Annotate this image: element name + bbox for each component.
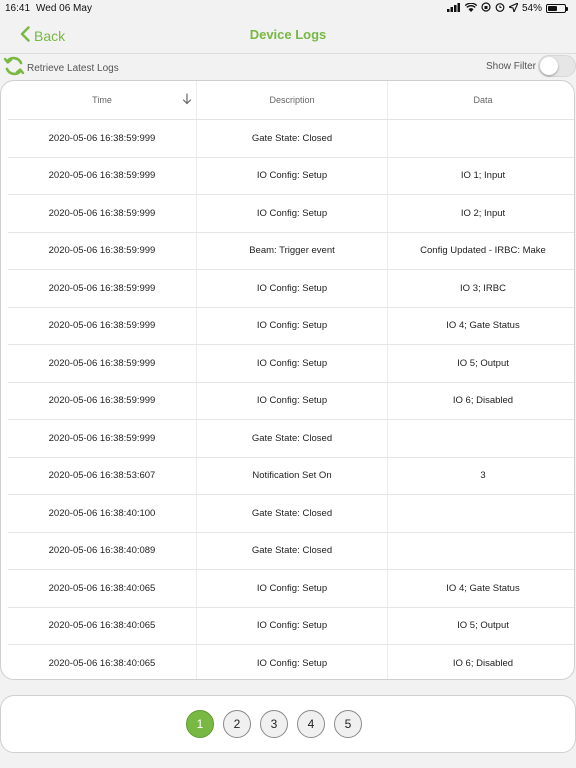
status-date: Wed 06 May [36, 3, 92, 14]
sort-arrow-down-icon[interactable] [182, 93, 192, 107]
cell-data: 3 [387, 457, 574, 495]
log-table-card: Time Description Data 2020-05-06 16:38:5… [0, 80, 575, 680]
status-time: 16:41 [5, 3, 31, 14]
show-filter-label: Show Filter [485, 60, 536, 72]
page-title: Device Logs [249, 27, 327, 42]
cell-description: Gate State: Closed [196, 532, 388, 570]
cell-description: Gate State: Closed [196, 419, 388, 458]
battery-percent: 54% [521, 3, 542, 14]
cell-time: 2020-05-06 16:38:40:089 [8, 532, 197, 570]
table-row[interactable]: 2020-05-06 16:38:59:999 Beam: Trigger eve… [8, 232, 574, 270]
column-header-data[interactable]: Data [387, 81, 574, 120]
cell-data: IO 6; Disabled [387, 644, 574, 679]
cell-description: IO Config: Setup [196, 307, 388, 345]
table-row[interactable]: 2020-05-06 16:38:59:999 IO Config: Setup I… [8, 344, 574, 383]
cell-time: 2020-05-06 16:38:40:065 [8, 607, 197, 645]
cell-description: IO Config: Setup [196, 344, 388, 383]
page-button-3[interactable]: 3 [260, 710, 288, 738]
table-row[interactable]: 2020-05-06 16:38:40:065 IO Config: Setup I… [8, 607, 574, 645]
cell-data: IO 2; Input [387, 194, 574, 233]
cell-data: Config Updated - IRBC: Make [387, 232, 574, 270]
pagination-bar: 12345 [0, 695, 576, 753]
cell-data: IO 3; IRBC [387, 269, 574, 308]
cell-data: IO 5; Output [387, 607, 574, 645]
show-filter-toggle[interactable] [538, 55, 576, 77]
cell-data [387, 119, 574, 158]
cell-time: 2020-05-06 16:38:40:100 [8, 494, 197, 533]
cell-data [387, 419, 574, 458]
cell-data: IO 1; Input [387, 157, 574, 195]
orientation-lock-icon [481, 2, 491, 15]
cell-description: IO Config: Setup [196, 194, 388, 233]
log-table: Time Description Data 2020-05-06 16:38:5… [8, 81, 574, 679]
table-row[interactable]: 2020-05-06 16:38:59:999 IO Config: Setup I… [8, 307, 574, 345]
cell-description: Gate State: Closed [196, 494, 388, 533]
page-button-1[interactable]: 1 [186, 710, 214, 738]
table-row[interactable]: 2020-05-06 16:38:40:089 Gate State: Close… [8, 532, 574, 570]
column-header-description[interactable]: Description [196, 81, 388, 120]
log-toolbar: Retrieve Latest Logs Show Filter [0, 53, 576, 80]
cell-description: Gate State: Closed [196, 119, 388, 158]
cell-time: 2020-05-06 16:38:40:065 [8, 644, 197, 679]
table-row[interactable]: 2020-05-06 16:38:59:999 IO Config: Setup I… [8, 157, 574, 195]
cell-description: IO Config: Setup [196, 382, 388, 420]
table-row[interactable]: 2020-05-06 16:38:53:607 Notification Set … [8, 457, 574, 495]
wifi-icon [464, 2, 478, 15]
page-button-2[interactable]: 2 [223, 710, 251, 738]
cell-description: Beam: Trigger event [196, 232, 388, 270]
status-bar: 16:41 Wed 06 May 54% [0, 0, 576, 18]
cell-data [387, 494, 574, 533]
cell-time: 2020-05-06 16:38:59:999 [8, 194, 197, 233]
cell-time: 2020-05-06 16:38:59:999 [8, 157, 197, 195]
cell-time: 2020-05-06 16:38:59:999 [8, 382, 197, 420]
cell-data: IO 6; Disabled [387, 382, 574, 420]
page-buttons: 12345 [186, 710, 362, 738]
toggle-knob [540, 57, 558, 75]
cell-time: 2020-05-06 16:38:53:607 [8, 457, 197, 495]
alarm-icon [495, 2, 505, 15]
retrieve-logs-label: Retrieve Latest Logs [27, 63, 119, 74]
cell-time: 2020-05-06 16:38:59:999 [8, 307, 197, 345]
cell-time: 2020-05-06 16:38:40:065 [8, 569, 197, 608]
page-button-4[interactable]: 4 [297, 710, 325, 738]
cell-description: IO Config: Setup [196, 607, 388, 645]
navigation-bar: Back Device Logs [0, 18, 576, 52]
refresh-icon [3, 55, 25, 82]
table-header-row: Time Description Data [8, 81, 574, 120]
cell-description: IO Config: Setup [196, 157, 388, 195]
table-row[interactable]: 2020-05-06 16:38:59:999 IO Config: Setup I… [8, 269, 574, 308]
table-row[interactable]: 2020-05-06 16:38:40:100 Gate State: Close… [8, 494, 574, 533]
page-button-5[interactable]: 5 [334, 710, 362, 738]
table-row[interactable]: 2020-05-06 16:38:59:999 IO Config: Setup I… [8, 194, 574, 233]
log-table-body: 2020-05-06 16:38:59:999 Gate State: Close… [8, 119, 574, 679]
cell-data [387, 532, 574, 570]
table-row[interactable]: 2020-05-06 16:38:59:999 Gate State: Close… [8, 419, 574, 458]
cell-description: Notification Set On [196, 457, 388, 495]
cell-time: 2020-05-06 16:38:59:999 [8, 119, 197, 158]
cell-description: IO Config: Setup [196, 644, 388, 679]
cell-data: IO 4; Gate Status [387, 307, 574, 345]
cell-time: 2020-05-06 16:38:59:999 [8, 344, 197, 383]
cell-time: 2020-05-06 16:38:59:999 [8, 269, 197, 308]
cell-time: 2020-05-06 16:38:59:999 [8, 232, 197, 270]
cell-description: IO Config: Setup [196, 269, 388, 308]
cell-description: IO Config: Setup [196, 569, 388, 608]
cell-time: 2020-05-06 16:38:59:999 [8, 419, 197, 458]
battery-icon [546, 4, 568, 13]
table-row[interactable]: 2020-05-06 16:38:59:999 Gate State: Close… [8, 119, 574, 158]
table-row[interactable]: 2020-05-06 16:38:40:065 IO Config: Setup I… [8, 644, 574, 679]
table-row[interactable]: 2020-05-06 16:38:40:065 IO Config: Setup I… [8, 569, 574, 608]
signal-icon [446, 2, 461, 15]
cell-data: IO 4; Gate Status [387, 569, 574, 608]
location-icon [507, 1, 520, 15]
column-header-time[interactable]: Time [8, 81, 197, 120]
retrieve-logs-button[interactable]: Retrieve Latest Logs [3, 55, 119, 82]
cell-data: IO 5; Output [387, 344, 574, 383]
table-row[interactable]: 2020-05-06 16:38:59:999 IO Config: Setup I… [8, 382, 574, 420]
show-filter-control: Show Filter [486, 55, 576, 77]
